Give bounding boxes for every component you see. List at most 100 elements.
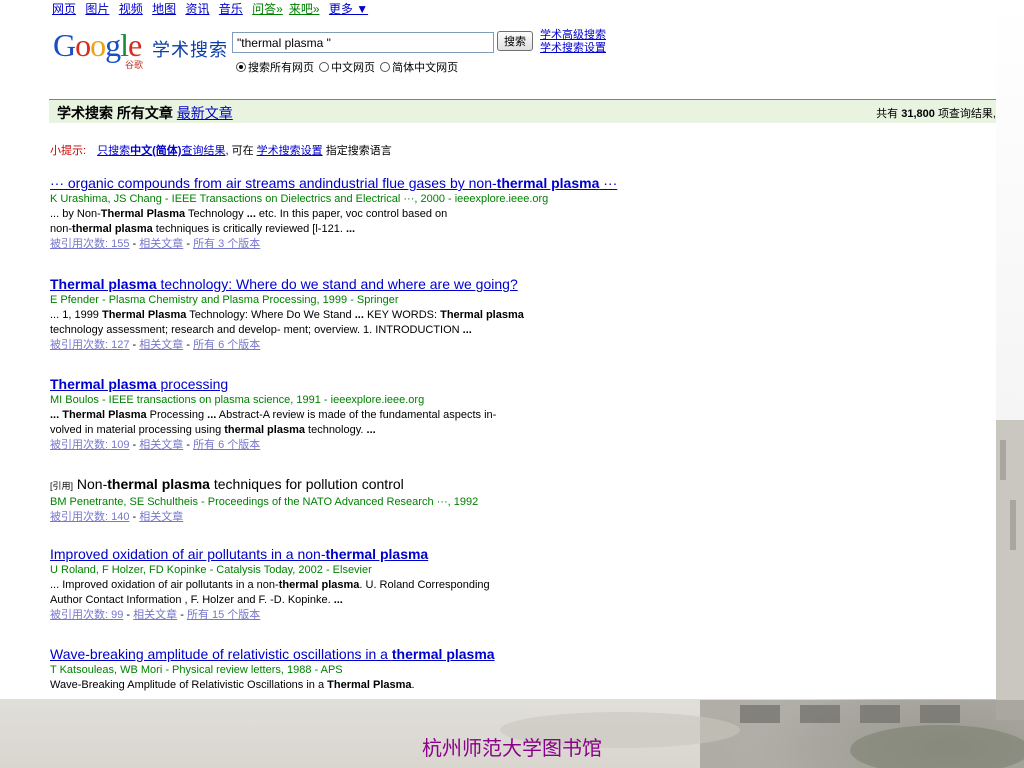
cited-by-link[interactable]: 被引用次数: 155 — [50, 238, 129, 250]
scope-all-radio[interactable] — [236, 62, 246, 72]
tip-settings-link[interactable]: 学术搜索设置 — [257, 145, 323, 157]
result-links: 被引用次数: 140 - 相关文章 — [50, 511, 184, 523]
citation-tag: [引用] — [50, 481, 74, 491]
title-part: ··· organic compounds from air streams a… — [50, 175, 497, 191]
scope-all-label[interactable]: 搜索所有网页 — [248, 62, 314, 74]
snip-text: etc. In this paper, voc control based on — [255, 208, 448, 220]
search-input[interactable] — [232, 32, 494, 53]
snip-text: Processing — [146, 409, 208, 421]
related-link[interactable]: 相关文章 — [139, 339, 183, 351]
result-item: Thermal plasma technology: Where do we s… — [50, 276, 650, 353]
result-meta: MI Boulos - IEEE transactions on plasma … — [50, 394, 425, 406]
snip-text: Author Contact Information , F. Holzer a… — [50, 594, 334, 606]
snip-bold: Thermal plasma — [440, 309, 524, 321]
title-bold: Thermal plasma — [50, 376, 157, 392]
snip-text: KEY WORDS: — [363, 309, 441, 321]
versions-link[interactable]: 所有 6 个版本 — [193, 439, 260, 451]
nav-more[interactable]: 更多 ▼ — [329, 2, 368, 16]
results-count: 共有 31,800 项查询结果, — [876, 105, 996, 121]
result-meta: K Urashima, JS Chang - IEEE Transactions… — [50, 193, 549, 205]
title-bold: thermal plasma — [496, 175, 600, 191]
snip-text: Wave-Breaking Amplitude of Relativistic … — [50, 679, 328, 691]
result-title-link[interactable]: Thermal plasma processing — [50, 376, 650, 393]
versions-link[interactable]: 所有 3 个版本 — [193, 238, 260, 250]
result-links: 被引用次数: 99 - 相关文章 - 所有 15 个版本 — [50, 609, 261, 621]
related-link[interactable]: 相关文章 — [139, 511, 183, 523]
result-item: Thermal plasma processing MI Boulos - IE… — [50, 376, 650, 453]
snip-bold: Thermal Plasma — [101, 309, 187, 321]
advanced-search-link[interactable]: 学术高级搜索 — [540, 29, 606, 42]
snip-text: ... Improved oxidation of air pollutants… — [50, 579, 279, 591]
google-logo[interactable]: Google 谷歌 — [53, 27, 149, 70]
bar-all-articles: 所有文章 — [116, 105, 173, 121]
cited-by-link[interactable]: 被引用次数: 99 — [50, 609, 123, 621]
title-part: processing — [156, 376, 229, 392]
snip-text: Technology: Where Do We Stand — [186, 309, 355, 321]
scope-simplified-label[interactable]: 简体中文网页 — [392, 62, 458, 74]
nav-maps[interactable]: 地图 — [152, 2, 176, 16]
search-button[interactable]: 搜索 — [497, 31, 533, 51]
result-snippet: ... Improved oxidation of air pollutants… — [50, 578, 650, 593]
related-link[interactable]: 相关文章 — [139, 238, 183, 250]
bar-newest-link[interactable]: 最新文章 — [177, 105, 233, 121]
tip-language-link[interactable]: 只搜索中文(简体)查询结果 — [97, 145, 225, 157]
nav-news[interactable]: 资讯 — [185, 2, 209, 16]
related-link[interactable]: 相关文章 — [133, 609, 177, 621]
result-links: 被引用次数: 155 - 相关文章 - 所有 3 个版本 — [50, 238, 261, 250]
result-title-link[interactable]: Thermal plasma technology: Where do we s… — [50, 276, 650, 293]
nav-video[interactable]: 视频 — [119, 2, 143, 16]
snip-bold: Thermal Plasma — [327, 679, 412, 691]
scholar-title: 学术搜索 — [152, 40, 228, 60]
snip-text: ... 1, 1999 — [50, 309, 102, 321]
versions-link[interactable]: 所有 6 个版本 — [193, 339, 260, 351]
title-bold: thermal plasma — [107, 476, 210, 492]
snip-text: technology assessment; research and deve… — [50, 324, 463, 336]
result-snippet: ... by Non-Thermal Plasma Technology ...… — [50, 207, 650, 222]
scope-cn-label[interactable]: 中文网页 — [331, 62, 375, 74]
nav-images[interactable]: 图片 — [85, 2, 109, 16]
snip-bold: ... — [207, 409, 217, 421]
snip-bold: ... — [354, 309, 364, 321]
nav-laiba[interactable]: 来吧» — [289, 2, 320, 16]
result-links: 被引用次数: 127 - 相关文章 - 所有 6 个版本 — [50, 339, 261, 351]
snip-text: . — [411, 679, 415, 691]
title-part: Improved oxidation of air pollutants in … — [50, 546, 326, 562]
nav-web[interactable]: 网页 — [52, 2, 76, 16]
cited-by-link[interactable]: 被引用次数: 127 — [50, 339, 129, 351]
snip-bold: ... — [345, 223, 356, 235]
snip-text: Technology — [185, 208, 247, 220]
result-title-link[interactable]: Improved oxidation of air pollutants in … — [50, 546, 650, 563]
title-part: Non- — [73, 476, 108, 492]
logo-sub: 谷歌 — [125, 60, 144, 70]
snip-bold: thermal plasma — [224, 424, 305, 436]
title-bold: thermal plasma — [391, 646, 495, 662]
title-bold: Thermal plasma — [50, 276, 157, 292]
library-footer: 杭州师范大学图书馆 — [422, 736, 602, 760]
tip-link-pre: 只搜索 — [97, 145, 131, 157]
result-snippet: Author Contact Information , F. Holzer a… — [50, 593, 650, 608]
title-bold: thermal plasma — [325, 546, 429, 562]
result-title-link[interactable]: ··· organic compounds from air streams a… — [50, 175, 650, 192]
count-suffix: 项查询结果, — [937, 108, 996, 120]
bar-scholar-label: 学术搜索 — [57, 105, 113, 121]
scope-simplified-radio[interactable] — [380, 62, 391, 72]
result-title-link[interactable]: Wave-breaking amplitude of relativistic … — [50, 646, 650, 663]
scope-cn-radio[interactable] — [319, 62, 330, 72]
result-title: [引用] Non-thermal plasma techniques for p… — [50, 476, 650, 495]
tip-end: 指定搜索语言 — [325, 145, 392, 157]
result-snippet: non-thermal plasma techniques is critica… — [50, 222, 650, 237]
cited-by-link[interactable]: 被引用次数: 109 — [50, 439, 129, 451]
related-link[interactable]: 相关文章 — [139, 439, 183, 451]
nav-wenda[interactable]: 问答» — [252, 2, 283, 16]
cited-by-link[interactable]: 被引用次数: 140 — [50, 511, 129, 523]
result-meta: E Pfender - Plasma Chemistry and Plasma … — [50, 294, 399, 306]
logo-word: Google — [53, 27, 142, 63]
results-header-title: 学术搜索 所有文章 最新文章 — [57, 103, 233, 123]
result-snippet: technology assessment; research and deve… — [50, 323, 650, 338]
title-part: ··· — [599, 175, 618, 191]
nav-music[interactable]: 音乐 — [219, 2, 243, 16]
result-meta: T Katsouleas, WB Mori - Physical review … — [50, 664, 343, 676]
scholar-settings-link[interactable]: 学术搜索设置 — [540, 42, 606, 55]
versions-link[interactable]: 所有 15 个版本 — [187, 609, 260, 621]
search-scope: 搜索所有网页 中文网页 简体中文网页 — [236, 59, 460, 75]
